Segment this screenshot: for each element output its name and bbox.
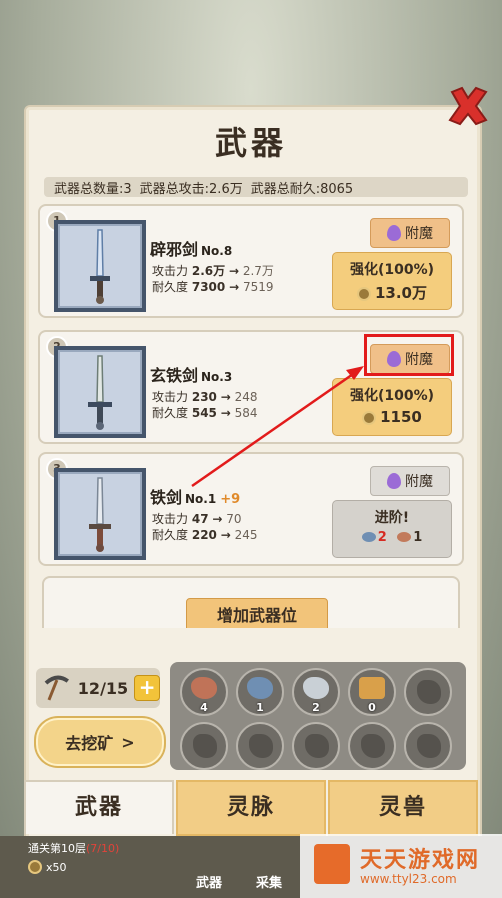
tab-spirit-vein[interactable]: 灵脉 <box>176 780 326 836</box>
nav-gather[interactable]: 采集 <box>256 872 282 891</box>
weapon-name: 玄铁剑 No.3 <box>150 366 233 385</box>
upgrade-button[interactable]: 强化(100%) 13.0万 <box>332 252 452 310</box>
weapon-card: 3 铁剑No.1+9 攻击力 47 → 70 耐久度 220 → 245 附 <box>38 452 464 566</box>
pickaxe-icon <box>44 675 69 701</box>
upgrade-button[interactable]: 强化(100%) 1150 <box>332 378 452 436</box>
flame-icon <box>387 225 401 241</box>
weapon-image-frame <box>54 468 146 560</box>
silver-ore-icon <box>303 677 329 699</box>
ore-slot[interactable]: 0 <box>348 668 396 716</box>
attack-line: 攻击力 2.6万 → 2.7万 <box>152 264 274 278</box>
weapon-stats-bar: 武器总数量:3 武器总攻击:2.6万 武器总耐久:8065 <box>44 177 468 197</box>
ore-slot-locked <box>292 722 340 770</box>
weapon-list[interactable]: 1 辟邪剑No.8 攻击力 2.6万 → 2.7万 耐久度 7300 → 751… <box>38 204 464 628</box>
weapon-number: No.1 <box>185 492 217 506</box>
chevron-right-icon: > <box>121 732 135 752</box>
gold-ingot-icon <box>359 677 385 699</box>
add-slot-card: 增加武器位 <box>42 576 460 628</box>
ore-slot-locked <box>236 722 284 770</box>
site-watermark: 天天游戏网 www.ttyl23.com <box>300 834 502 898</box>
locked-ore-icon <box>361 734 385 758</box>
attack-line: 攻击力 230 → 248 <box>152 390 258 404</box>
weapon-name: 铁剑 No.1 +9 <box>150 488 241 507</box>
locked-ore-icon <box>249 734 273 758</box>
nav-weapons[interactable]: 武器 <box>196 872 222 891</box>
blue-ore-icon <box>361 532 376 542</box>
ore-slot-locked <box>180 722 228 770</box>
sword-icon <box>89 477 111 552</box>
enchant-button[interactable]: 附魔 <box>370 218 450 248</box>
go-mining-button[interactable]: 去挖矿 > <box>36 718 164 766</box>
ore-slot-locked <box>404 722 452 770</box>
weapon-bonus: +9 <box>220 492 241 507</box>
weapon-card: 1 辟邪剑No.8 攻击力 2.6万 → 2.7万 耐久度 7300 → 751… <box>38 204 464 318</box>
weapon-image-frame <box>54 220 146 312</box>
ore-slot-locked <box>404 668 452 716</box>
weapon-count: 武器总数量:3 <box>54 181 132 197</box>
locked-ore-icon <box>193 734 217 758</box>
close-icon[interactable] <box>446 84 490 128</box>
panel-title: 武器 <box>214 124 287 162</box>
ore-inventory: 4 1 2 0 <box>170 662 466 770</box>
weapon-image-frame <box>54 346 146 438</box>
attack-line: 攻击力 47 → 70 <box>152 512 242 526</box>
ore-slot[interactable]: 4 <box>180 668 228 716</box>
red-ore-icon <box>191 677 217 699</box>
tab-weapons[interactable]: 武器 <box>24 780 174 834</box>
ore-slot[interactable]: 1 <box>236 668 284 716</box>
durability-line: 耐久度 220 → 245 <box>152 528 258 542</box>
weapon-total-attack: 武器总攻击:2.6万 <box>139 181 243 197</box>
add-weapon-slot-button[interactable]: 增加武器位 <box>186 598 328 628</box>
locked-ore-icon <box>417 734 441 758</box>
ore-slot[interactable]: 2 <box>292 668 340 716</box>
tab-spirit-beast[interactable]: 灵兽 <box>328 780 478 836</box>
red-ore-icon <box>397 532 412 542</box>
locked-ore-icon <box>417 680 441 704</box>
stage-progress: 通关第10层(7/10) x50 <box>28 842 120 874</box>
coin-icon <box>28 860 42 874</box>
weapon-number: No.3 <box>201 370 233 384</box>
add-pickaxe-button[interactable]: + <box>134 675 160 701</box>
pickaxe-counter: 12/15 + <box>36 668 160 708</box>
locked-ore-icon <box>305 734 329 758</box>
weapon-total-durability: 武器总耐久:8065 <box>250 181 354 197</box>
advance-button[interactable]: 进阶! 2 1 <box>332 500 452 558</box>
blue-ore-icon <box>247 677 273 699</box>
coin-icon <box>356 287 371 301</box>
panel-tabs: 武器 灵脉 灵兽 <box>24 780 478 836</box>
sword-icon <box>90 229 110 304</box>
weapon-name: 辟邪剑 No.8 <box>150 240 233 259</box>
durability-line: 耐久度 545 → 584 <box>152 406 258 420</box>
flame-icon <box>387 473 401 489</box>
ore-slot-locked <box>348 722 396 770</box>
annotation-highlight-box <box>364 334 454 376</box>
durability-line: 耐久度 7300 → 7519 <box>152 280 274 294</box>
enchant-button[interactable]: 附魔 <box>370 466 450 496</box>
sword-icon <box>88 355 112 430</box>
site-logo-icon <box>314 844 350 884</box>
coin-icon <box>362 411 377 425</box>
weapon-number: No.8 <box>201 244 233 258</box>
